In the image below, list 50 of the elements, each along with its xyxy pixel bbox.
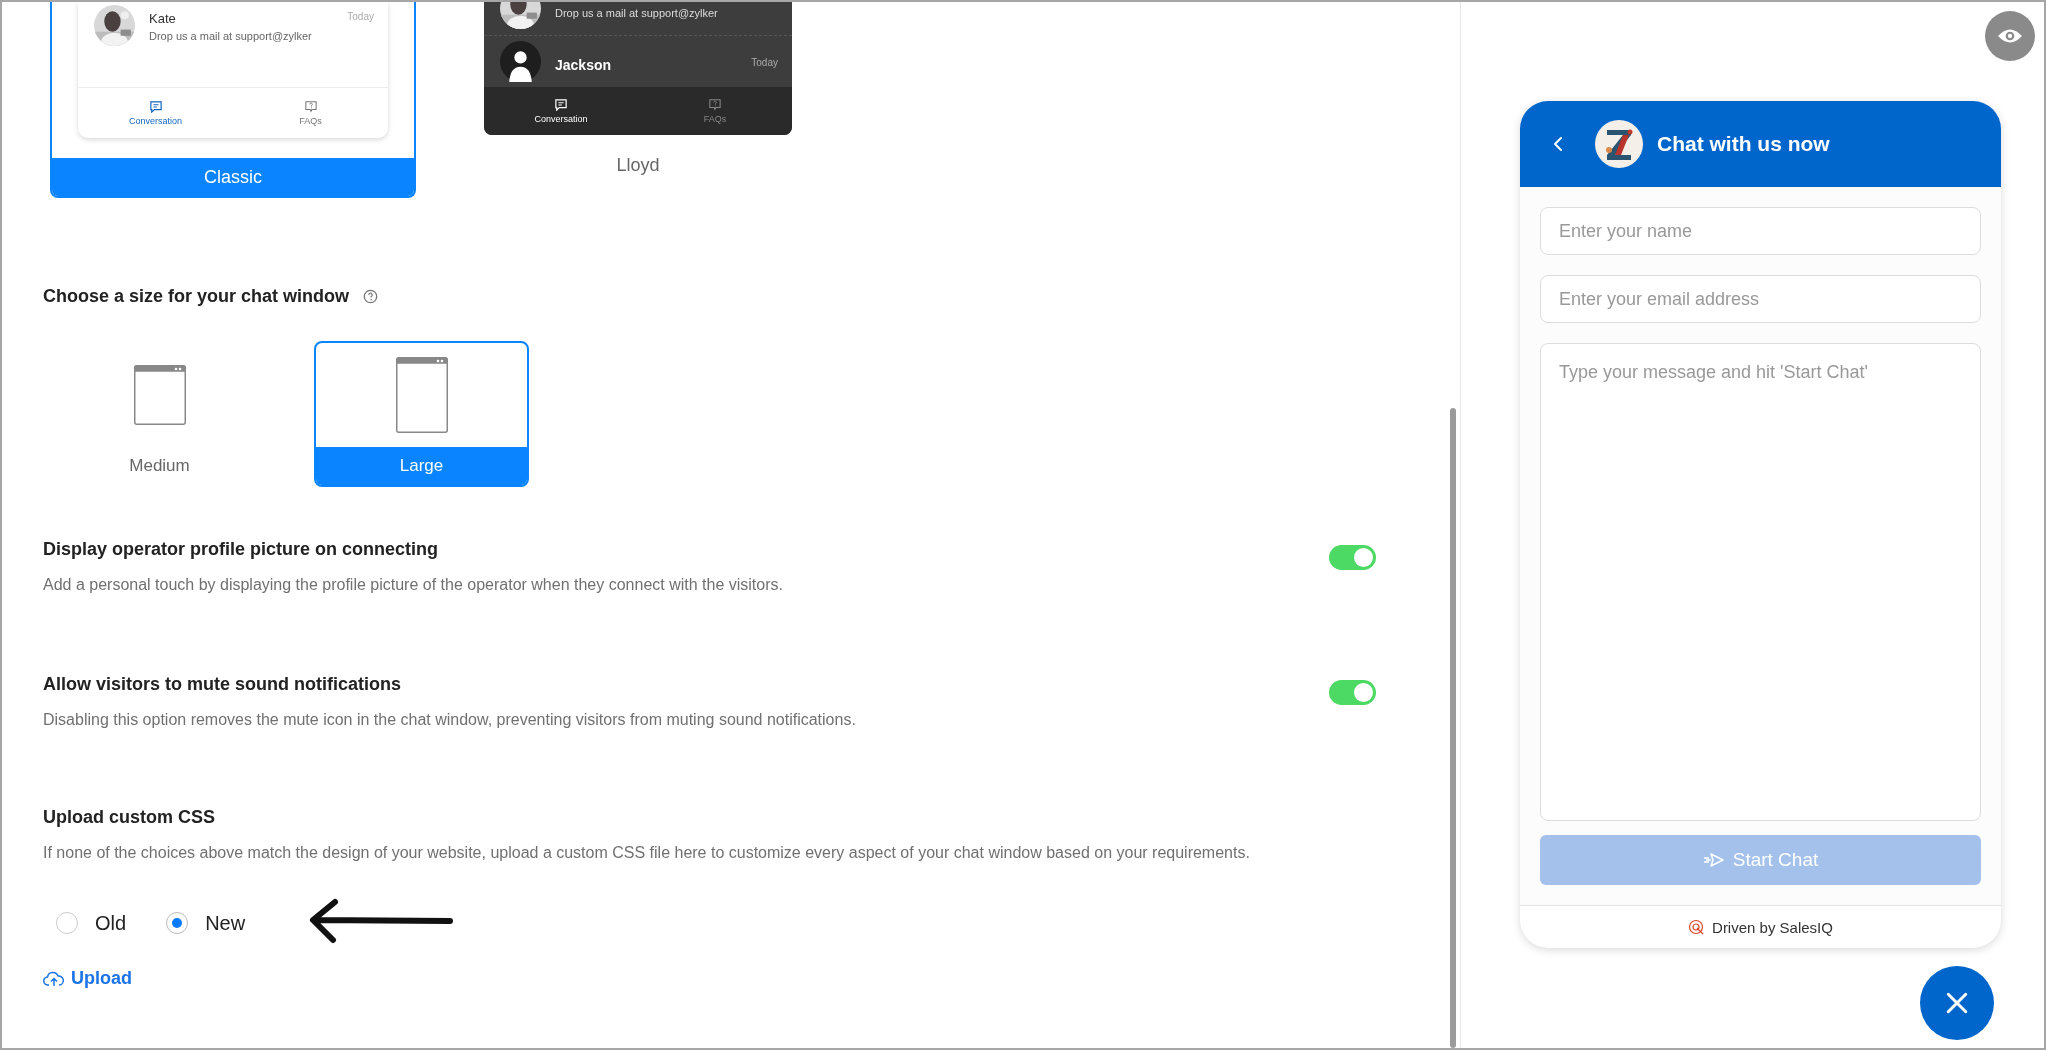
theme-name: Classic xyxy=(52,158,414,196)
size-option[interactable]: Medium xyxy=(52,341,267,487)
size-option[interactable]: Large xyxy=(314,341,529,487)
section-description: If none of the choices above match the design of your website, upload a custom CSS file here to customize every aspect of your chat window based on your requirements. xyxy=(43,843,1251,863)
tab-label: FAQs xyxy=(703,113,727,124)
window-icon xyxy=(133,365,186,425)
tab-label: Conversation xyxy=(129,115,182,126)
help-icon[interactable] xyxy=(363,289,379,304)
chat-icon xyxy=(554,98,568,111)
contact-name: Kate xyxy=(149,11,176,26)
back-icon[interactable] xyxy=(1553,136,1563,152)
message-time: Today xyxy=(347,11,374,24)
section-title: Upload custom CSS xyxy=(43,807,217,828)
tab-label: FAQs xyxy=(299,115,322,126)
message-time: Today xyxy=(751,56,778,70)
chat-title: Chat with us now xyxy=(1657,132,1830,156)
toggle-switch[interactable] xyxy=(1329,545,1376,570)
input-field[interactable]: Enter your name xyxy=(1540,207,1981,255)
size-name: Large xyxy=(316,447,527,485)
theme-name: Lloyd xyxy=(615,154,661,177)
setting-title: Display operator profile picture on connecting xyxy=(43,539,440,560)
message-preview: Drop us a mail at support@zylker xyxy=(149,30,313,42)
window-icon xyxy=(395,357,448,433)
input-field[interactable]: Enter your email address xyxy=(1540,275,1981,323)
section-title: Choose a size for your chat window xyxy=(43,286,350,307)
theme-card[interactable]: Kate Today Drop us a mail at support@zylker Conversation FAQs Classic xyxy=(50,2,416,198)
theme-card[interactable]: Drop us a mail at support@zylker Jackson Today Conversation FAQs Lloyd xyxy=(482,2,794,198)
message-field[interactable]: Type your message and hit 'Start Chat' xyxy=(1540,343,1981,821)
toggle-switch[interactable] xyxy=(1329,680,1376,705)
help-icon xyxy=(708,98,722,111)
scrollbar[interactable] xyxy=(1450,408,1456,1048)
message-preview: Drop us a mail at support@zylker xyxy=(555,7,719,19)
setting-description: Add a personal touch by displaying the profile picture of the operator when they connect with the visitors. xyxy=(43,575,783,595)
brand-icon xyxy=(1688,919,1705,935)
preview-button[interactable] xyxy=(1985,11,2035,61)
avatar-icon xyxy=(500,41,541,82)
radio-option[interactable]: Old xyxy=(56,911,127,935)
send-icon xyxy=(1702,852,1725,868)
setting-title: Allow visitors to mute sound notifications xyxy=(43,674,402,695)
size-name: Medium xyxy=(128,455,191,477)
chat-icon xyxy=(148,100,163,113)
eye-icon xyxy=(1997,27,2023,45)
upload-link[interactable]: Upload xyxy=(43,968,132,989)
contact-name: Jackson xyxy=(555,56,612,73)
tab-label: Conversation xyxy=(534,113,588,124)
radio-option[interactable]: New xyxy=(166,911,246,935)
footer-text: Driven by SalesIQ xyxy=(1712,918,1833,936)
upload-icon xyxy=(43,970,65,987)
setting-description: Disabling this option removes the mute icon in the chat window, preventing visitors from muting sound notifications. xyxy=(43,710,856,730)
help-icon xyxy=(303,100,318,113)
